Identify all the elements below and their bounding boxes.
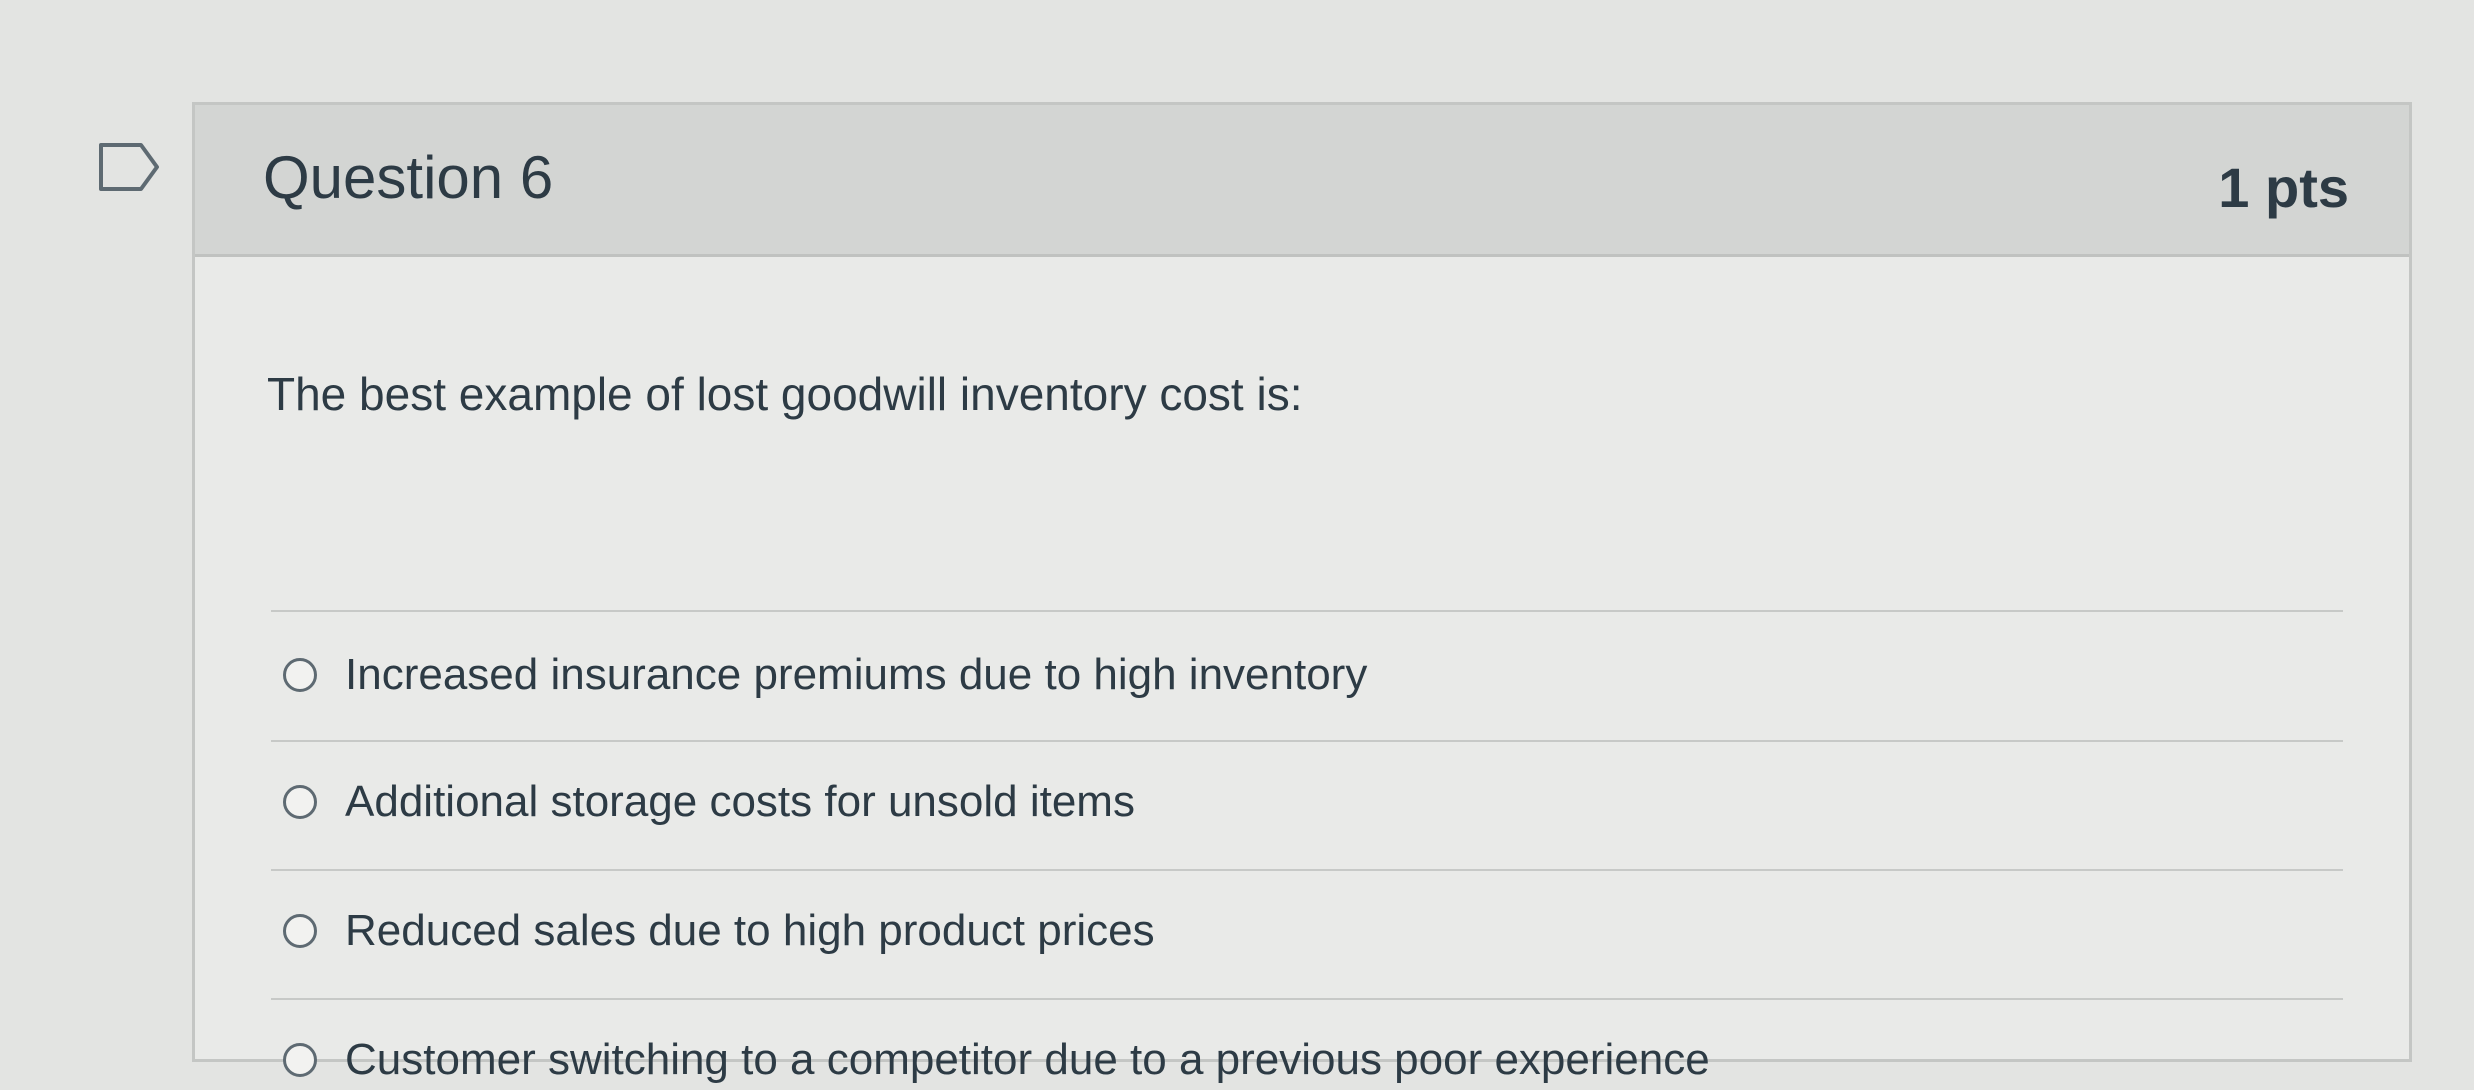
question-header: Question 6 1 pts [195,105,2409,257]
question-points: 1 pts [2218,156,2349,219]
radio-button-icon[interactable] [283,1043,317,1077]
radio-button-icon[interactable] [283,658,317,692]
answer-option-4[interactable]: Customer switching to a competitor due t… [283,1030,1710,1090]
divider [271,740,2343,742]
answer-label: Additional storage costs for unsold item… [345,777,1135,826]
flag-question-icon[interactable] [97,141,161,193]
answer-label: Increased insurance premiums due to high… [345,650,1368,699]
question-title: Question 6 [263,144,554,211]
divider [271,610,2343,612]
question-card: Question 6 1 pts The best example of los… [192,102,2412,1084]
radio-button-icon[interactable] [283,785,317,819]
answer-option-3[interactable]: Reduced sales due to high product prices [283,901,1155,961]
answer-option-2[interactable]: Additional storage costs for unsold item… [283,772,1135,832]
divider [271,998,2343,1000]
answer-option-1[interactable]: Increased insurance premiums due to high… [283,645,1367,705]
divider [271,869,2343,871]
question-text: The best example of lost goodwill invent… [267,368,1303,420]
radio-button-icon[interactable] [283,914,317,948]
answer-label: Reduced sales due to high product prices [345,906,1155,955]
